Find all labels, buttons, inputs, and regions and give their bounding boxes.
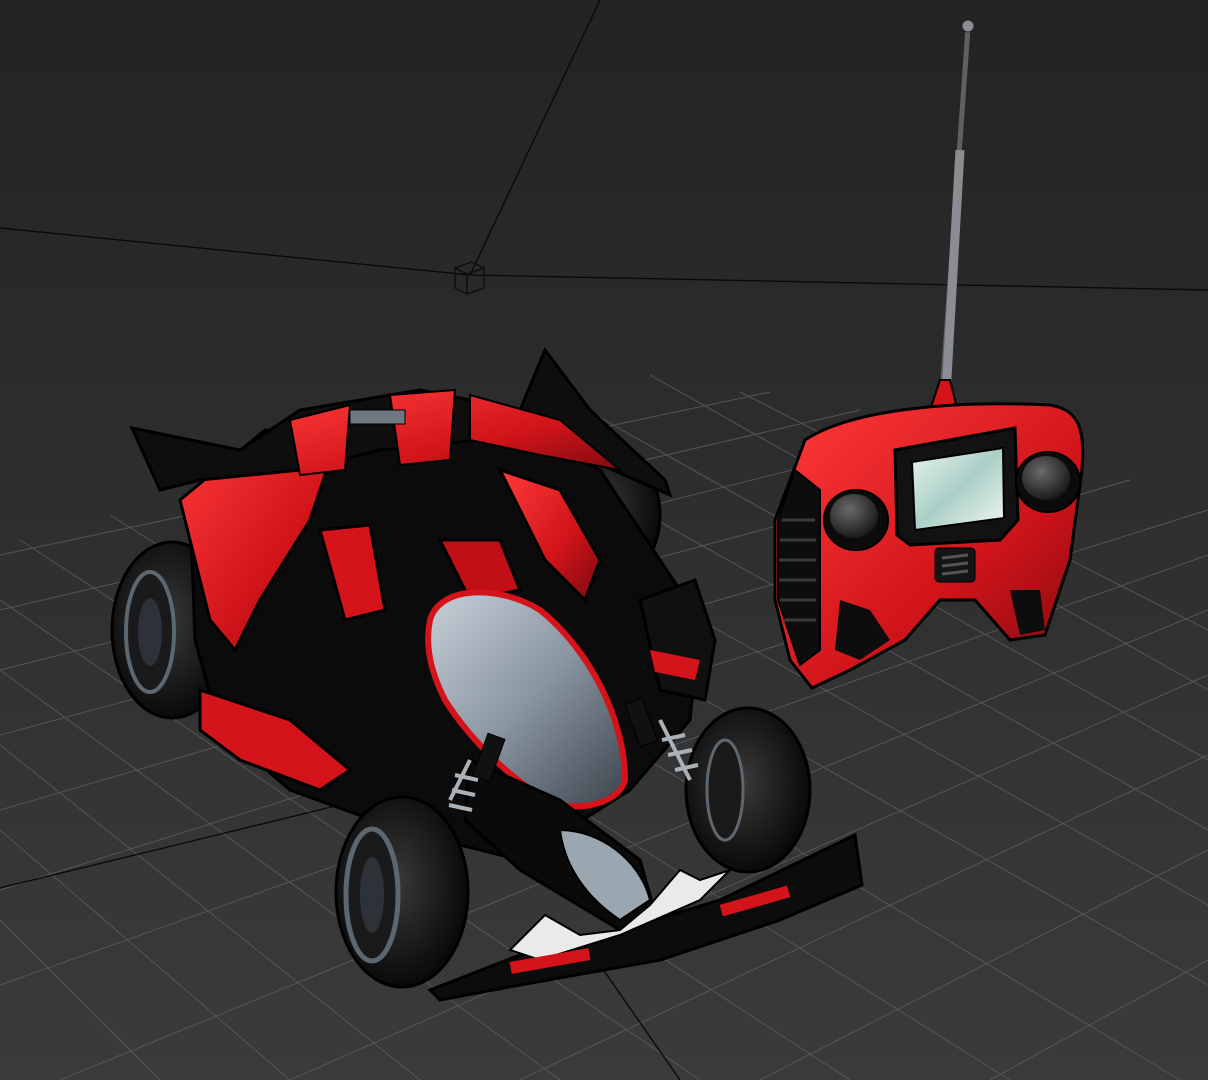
car-wing-bar <box>349 409 406 425</box>
remote-left-knob[interactable] <box>823 489 889 551</box>
car-front-right-wheel <box>684 706 812 874</box>
car-front-left-wheel <box>334 795 470 989</box>
remote-switch-icon[interactable] <box>934 547 976 583</box>
3d-viewport[interactable] <box>0 0 1208 1080</box>
remote-screen[interactable] <box>910 446 1006 532</box>
remote-right-knob[interactable] <box>1015 451 1081 513</box>
